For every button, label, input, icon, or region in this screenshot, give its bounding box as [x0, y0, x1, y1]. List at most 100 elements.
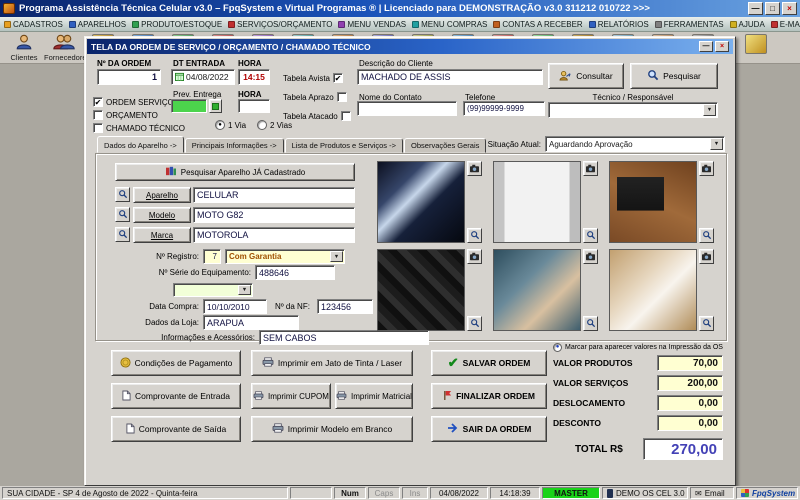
- radio-1-via[interactable]: ●1 Via: [215, 120, 246, 130]
- cliente-field[interactable]: MACHADO DE ASSIS: [357, 69, 543, 85]
- photo-5-camera-button[interactable]: [583, 249, 598, 264]
- checkbox-icon[interactable]: [93, 110, 103, 120]
- menu-item-relatorios[interactable]: RELATÓRIOS: [589, 20, 649, 29]
- checkbox-tabela-avista[interactable]: Tabela Avista✔: [283, 73, 343, 83]
- marca-field[interactable]: MOTOROLA: [193, 227, 355, 243]
- marcar-valores-radio[interactable]: ● Marcar para aparecer valores na Impres…: [553, 343, 723, 352]
- tab-dados-do-aparelho[interactable]: Dados do Aparelho ->: [97, 136, 184, 153]
- menu-item-aparelhos[interactable]: APARELHOS: [69, 20, 126, 29]
- menu-item-cadastros[interactable]: CADASTROS: [4, 20, 63, 29]
- checkbox-orcamento[interactable]: ORÇAMENTO: [93, 110, 158, 120]
- photo-1-camera-button[interactable]: [467, 161, 482, 176]
- close-icon[interactable]: ×: [782, 2, 797, 15]
- checkbox-ordem-servico[interactable]: ✔ORDEM SERVIÇO: [93, 97, 174, 107]
- menu-item-menu-compras[interactable]: MENU COMPRAS: [412, 20, 487, 29]
- loja-field[interactable]: ARAPUA: [203, 315, 299, 330]
- photo-4-zoom-button[interactable]: [467, 316, 482, 331]
- photo-4-camera-button[interactable]: [467, 249, 482, 264]
- checkbox-icon[interactable]: [93, 123, 103, 133]
- salvar-ordem-button[interactable]: ✔ SALVAR ORDEM: [431, 350, 547, 376]
- modelo-search-button[interactable]: [115, 207, 130, 222]
- device-photo-6[interactable]: [609, 249, 697, 331]
- toolbar-clientes-button[interactable]: Clientes: [4, 33, 44, 62]
- nf-field[interactable]: 123456: [317, 299, 373, 314]
- imprimir-cupom-button[interactable]: Imprimir CUPOM: [251, 383, 331, 409]
- aparelho-field[interactable]: CELULAR: [193, 187, 355, 203]
- situacao-combobox[interactable]: Aguardando Aprovação ▼: [545, 136, 725, 152]
- checkbox-chamado-tecnico[interactable]: CHAMADO TÉCNICO: [93, 123, 185, 133]
- condicoes-pagamento-button[interactable]: Condições de Pagamento: [111, 350, 241, 376]
- pesquisar-button[interactable]: Pesquisar: [630, 63, 718, 89]
- acessorios-field[interactable]: SEM CABOS: [259, 330, 429, 345]
- device-photo-5[interactable]: [493, 249, 581, 331]
- device-photo-2[interactable]: [493, 161, 581, 243]
- modelo-chip[interactable]: Modelo: [133, 207, 191, 223]
- app-titlebar[interactable]: Programa Assistência Técnica Celular v3.…: [0, 0, 800, 17]
- prev-hora-field[interactable]: [238, 99, 270, 113]
- checkbox-icon[interactable]: ✔: [333, 73, 343, 83]
- num-ordem-field[interactable]: 1: [97, 69, 161, 85]
- registro-field[interactable]: 7: [203, 249, 221, 264]
- toolbar-icon[interactable]: [745, 34, 767, 54]
- checkbox-tabela-atacado[interactable]: Tabela Atacado: [283, 111, 351, 121]
- prev-entrega-calendar-button[interactable]: [209, 99, 222, 113]
- radio-icon[interactable]: [257, 120, 267, 130]
- minimize-icon[interactable]: —: [748, 2, 763, 15]
- photo-6-camera-button[interactable]: [699, 249, 714, 264]
- chevron-down-icon[interactable]: ▼: [330, 251, 343, 262]
- chevron-down-icon[interactable]: ▼: [710, 138, 723, 150]
- hora-entrada-field[interactable]: 14:15: [238, 69, 270, 85]
- status-email[interactable]: ✉ Email: [690, 487, 734, 499]
- dialog-minimize-icon[interactable]: —: [699, 41, 713, 52]
- device-photo-4[interactable]: [377, 249, 465, 331]
- prev-entrega-field[interactable]: [171, 99, 207, 113]
- comprovante-saida-button[interactable]: Comprovante de Saída: [111, 416, 241, 442]
- garantia-combobox[interactable]: Com Garantia ▼: [225, 249, 345, 264]
- tab-lista-produtos-servicos[interactable]: Lista de Produtos e Serviços ->: [285, 138, 403, 153]
- comprovante-entrada-button[interactable]: Comprovante de Entrada: [111, 383, 241, 409]
- data-entrada-field[interactable]: 04/08/2022: [171, 69, 235, 85]
- device-photo-1[interactable]: [377, 161, 465, 243]
- checkbox-icon[interactable]: ✔: [93, 97, 103, 107]
- marca-chip[interactable]: Marca: [133, 227, 191, 243]
- consultar-button[interactable]: Consultar: [548, 63, 624, 89]
- checkbox-icon[interactable]: [337, 92, 347, 102]
- dialog-close-icon[interactable]: ×: [715, 41, 729, 52]
- photo-5-zoom-button[interactable]: [583, 316, 598, 331]
- menu-item-servicos-orcamento[interactable]: SERVIÇOS/ORÇAMENTO: [228, 20, 332, 29]
- data-compra-field[interactable]: 10/10/2010: [203, 299, 267, 314]
- extra-combobox[interactable]: ▼: [173, 283, 253, 297]
- photo-2-camera-button[interactable]: [583, 161, 598, 176]
- finalizar-ordem-button[interactable]: FINALIZAR ORDEM: [431, 383, 547, 409]
- menu-item-ferramentas[interactable]: FERRAMENTAS: [655, 20, 724, 29]
- chevron-down-icon[interactable]: ▼: [703, 104, 716, 116]
- aparelho-search-button[interactable]: [115, 187, 130, 202]
- contato-field[interactable]: [357, 101, 457, 116]
- imprimir-matricial-button[interactable]: Imprimir Matricial: [335, 383, 413, 409]
- menu-item-menu-vendas[interactable]: MENU VENDAS: [338, 20, 406, 29]
- pesquisar-aparelho-button[interactable]: Pesquisar Aparelho JÁ Cadastrado: [115, 163, 355, 181]
- sair-ordem-button[interactable]: SAIR DA ORDEM: [431, 416, 547, 442]
- photo-3-camera-button[interactable]: [699, 161, 714, 176]
- imprimir-branco-button[interactable]: Imprimir Modelo em Branco: [251, 416, 413, 442]
- chevron-down-icon[interactable]: ▼: [238, 285, 251, 295]
- radio-icon[interactable]: ●: [215, 120, 225, 130]
- toolbar-fornecedores-button[interactable]: Fornecedores: [44, 33, 84, 62]
- menu-item-ajuda[interactable]: AJUDA: [730, 20, 765, 29]
- tab-principais-informacoes[interactable]: Principais Informações ->: [185, 138, 284, 153]
- photo-2-zoom-button[interactable]: [583, 228, 598, 243]
- device-photo-3[interactable]: [609, 161, 697, 243]
- tecnico-combobox[interactable]: ▼: [548, 102, 718, 118]
- serie-field[interactable]: 488646: [255, 265, 335, 280]
- photo-1-zoom-button[interactable]: [467, 228, 482, 243]
- telefone-field[interactable]: (99)99999-9999: [463, 101, 545, 116]
- radio-2-vias[interactable]: 2 Vias: [257, 120, 292, 130]
- modelo-field[interactable]: MOTO G82: [193, 207, 355, 223]
- checkbox-icon[interactable]: [341, 111, 351, 121]
- photo-6-zoom-button[interactable]: [699, 316, 714, 331]
- maximize-icon[interactable]: □: [765, 2, 780, 15]
- checkbox-tabela-aprazo[interactable]: Tabela Aprazo: [283, 92, 347, 102]
- menu-item-email[interactable]: E-MAIL: [771, 20, 800, 29]
- radio-icon[interactable]: ●: [553, 343, 562, 352]
- aparelho-chip[interactable]: Aparelho: [133, 187, 191, 203]
